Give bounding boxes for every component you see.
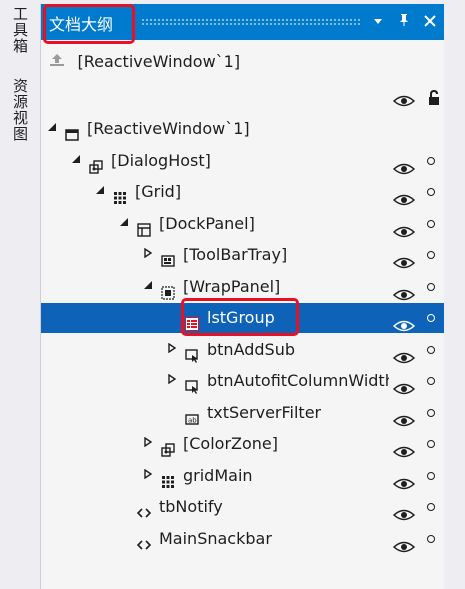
tree-row[interactable]: btnAddSub: [41, 335, 445, 365]
tree-item-label: MainSnackbar: [159, 528, 272, 548]
collapse-triangle-icon[interactable]: [165, 366, 179, 396]
lock-toggle-icon[interactable]: [427, 503, 435, 511]
tree-row[interactable]: [DockPanel]: [41, 209, 445, 239]
tree-item-label: [ReactiveWindow`1]: [87, 119, 250, 138]
side-tab-resource-view[interactable]: 资源视图: [9, 78, 31, 142]
tree-row[interactable]: [ColorZone]: [41, 429, 445, 459]
dialoghost-icon: [89, 154, 103, 174]
eye-icon[interactable]: [392, 92, 416, 107]
lock-toggle-icon[interactable]: [427, 377, 435, 385]
expand-triangle-icon[interactable]: [141, 272, 155, 302]
eye-icon[interactable]: [392, 533, 416, 552]
dockpanel-icon: [137, 217, 151, 237]
collapse-triangle-icon[interactable]: [141, 240, 155, 270]
close-icon[interactable]: [419, 10, 441, 34]
eye-icon[interactable]: [392, 155, 416, 174]
titlebar-grip[interactable]: [141, 18, 361, 26]
up-arrow-icon: [49, 54, 69, 71]
dropdown-arrow-icon[interactable]: [367, 10, 389, 34]
lock-toggle-icon[interactable]: [427, 156, 435, 165]
eye-icon[interactable]: [392, 186, 416, 206]
tree-item-label: btnAutofitColumnWidth: [207, 371, 389, 390]
eye-icon[interactable]: [392, 470, 416, 489]
up-row-label: [ReactiveWindow`1]: [77, 52, 241, 71]
eye-icon[interactable]: [392, 407, 416, 426]
tree-row[interactable]: [DialogHost]: [41, 146, 445, 176]
tree-row[interactable]: [WrapPanel]: [41, 272, 445, 302]
tree-item-label: [Grid]: [135, 182, 182, 201]
tree-row[interactable]: gridMain: [41, 461, 445, 491]
tree-item-label: [DialogHost]: [111, 150, 211, 170]
tree-item-label: [ToolBarTray]: [183, 245, 288, 264]
lock-toggle-icon[interactable]: [427, 471, 435, 480]
pin-icon[interactable]: [393, 10, 415, 34]
window-icon: [65, 122, 79, 141]
side-tab-toolbox[interactable]: 工具箱: [9, 6, 31, 54]
eye-icon[interactable]: [392, 249, 416, 269]
tree-item-label: tbNotify: [159, 497, 223, 516]
right-gutter: [444, 0, 465, 589]
button-icon: [185, 343, 199, 363]
eye-icon[interactable]: [392, 438, 416, 458]
tree-item-label: btnAddSub: [207, 339, 295, 359]
side-tab-strip: 工具箱 资源视图: [0, 0, 40, 589]
panel-titlebar[interactable]: 文档大纲: [41, 4, 445, 44]
tree-row[interactable]: tbNotify: [41, 492, 445, 522]
code-tag-icon: [136, 500, 152, 518]
grid-icon: [113, 185, 127, 204]
navigate-up-row[interactable]: [ReactiveWindow`1]: [49, 50, 240, 74]
lock-toggle-icon[interactable]: [427, 251, 435, 259]
dialoghost-icon: [161, 437, 175, 457]
wrappanel-icon: [161, 280, 175, 300]
tree-item-label: [DockPanel]: [159, 213, 255, 233]
lock-toggle-icon[interactable]: [427, 219, 435, 228]
eye-icon[interactable]: [392, 312, 416, 332]
tree-item-label: txtServerFilter: [207, 402, 322, 422]
tree-item-label: gridMain: [183, 465, 253, 485]
eye-icon[interactable]: [392, 281, 416, 300]
document-outline-panel: 文档大纲 [ReactiveWindow`1] [ReactiveWindow`…: [40, 4, 445, 589]
expand-triangle-icon[interactable]: [69, 146, 83, 176]
lock-icon[interactable]: [427, 89, 441, 106]
collapse-triangle-icon[interactable]: [141, 461, 155, 491]
button-icon: [185, 374, 199, 394]
tree-item-label: [ColorZone]: [183, 434, 278, 453]
expand-triangle-icon[interactable]: [117, 209, 131, 239]
tree-row[interactable]: MainSnackbar: [41, 524, 445, 554]
code-tag-icon: [136, 532, 152, 550]
eye-icon[interactable]: [392, 218, 416, 237]
lstgroup-highlight-box: [181, 298, 299, 336]
toolbartray-icon: [161, 248, 175, 267]
textbox-icon: ab: [185, 406, 199, 425]
lock-toggle-icon[interactable]: [427, 314, 435, 322]
tree-row[interactable]: [ToolBarTray]: [41, 240, 445, 270]
tree-row[interactable]: [Grid]: [41, 177, 445, 207]
collapse-triangle-icon[interactable]: [141, 429, 155, 459]
title-highlight-box: [43, 4, 135, 44]
lock-toggle-icon[interactable]: [427, 345, 435, 354]
eye-icon[interactable]: [392, 375, 416, 395]
tree-item-label: [WrapPanel]: [183, 276, 281, 296]
tree-row[interactable]: btnAutofitColumnWidth: [41, 366, 445, 396]
tree-row[interactable]: [ReactiveWindow`1]: [41, 114, 445, 144]
eye-icon[interactable]: [392, 344, 416, 363]
lock-toggle-icon[interactable]: [427, 188, 435, 196]
tree-row[interactable]: ab txtServerFilter: [41, 398, 445, 428]
svg-text:ab: ab: [188, 416, 197, 424]
lock-toggle-icon[interactable]: [427, 282, 435, 291]
expand-triangle-icon[interactable]: [93, 177, 107, 207]
lock-toggle-icon[interactable]: [427, 408, 435, 417]
collapse-triangle-icon[interactable]: [165, 335, 179, 365]
grid-icon: [161, 469, 175, 488]
lock-toggle-icon[interactable]: [427, 440, 435, 448]
lock-toggle-icon[interactable]: [427, 534, 435, 543]
expand-triangle-icon[interactable]: [45, 114, 59, 144]
eye-icon[interactable]: [392, 501, 416, 521]
